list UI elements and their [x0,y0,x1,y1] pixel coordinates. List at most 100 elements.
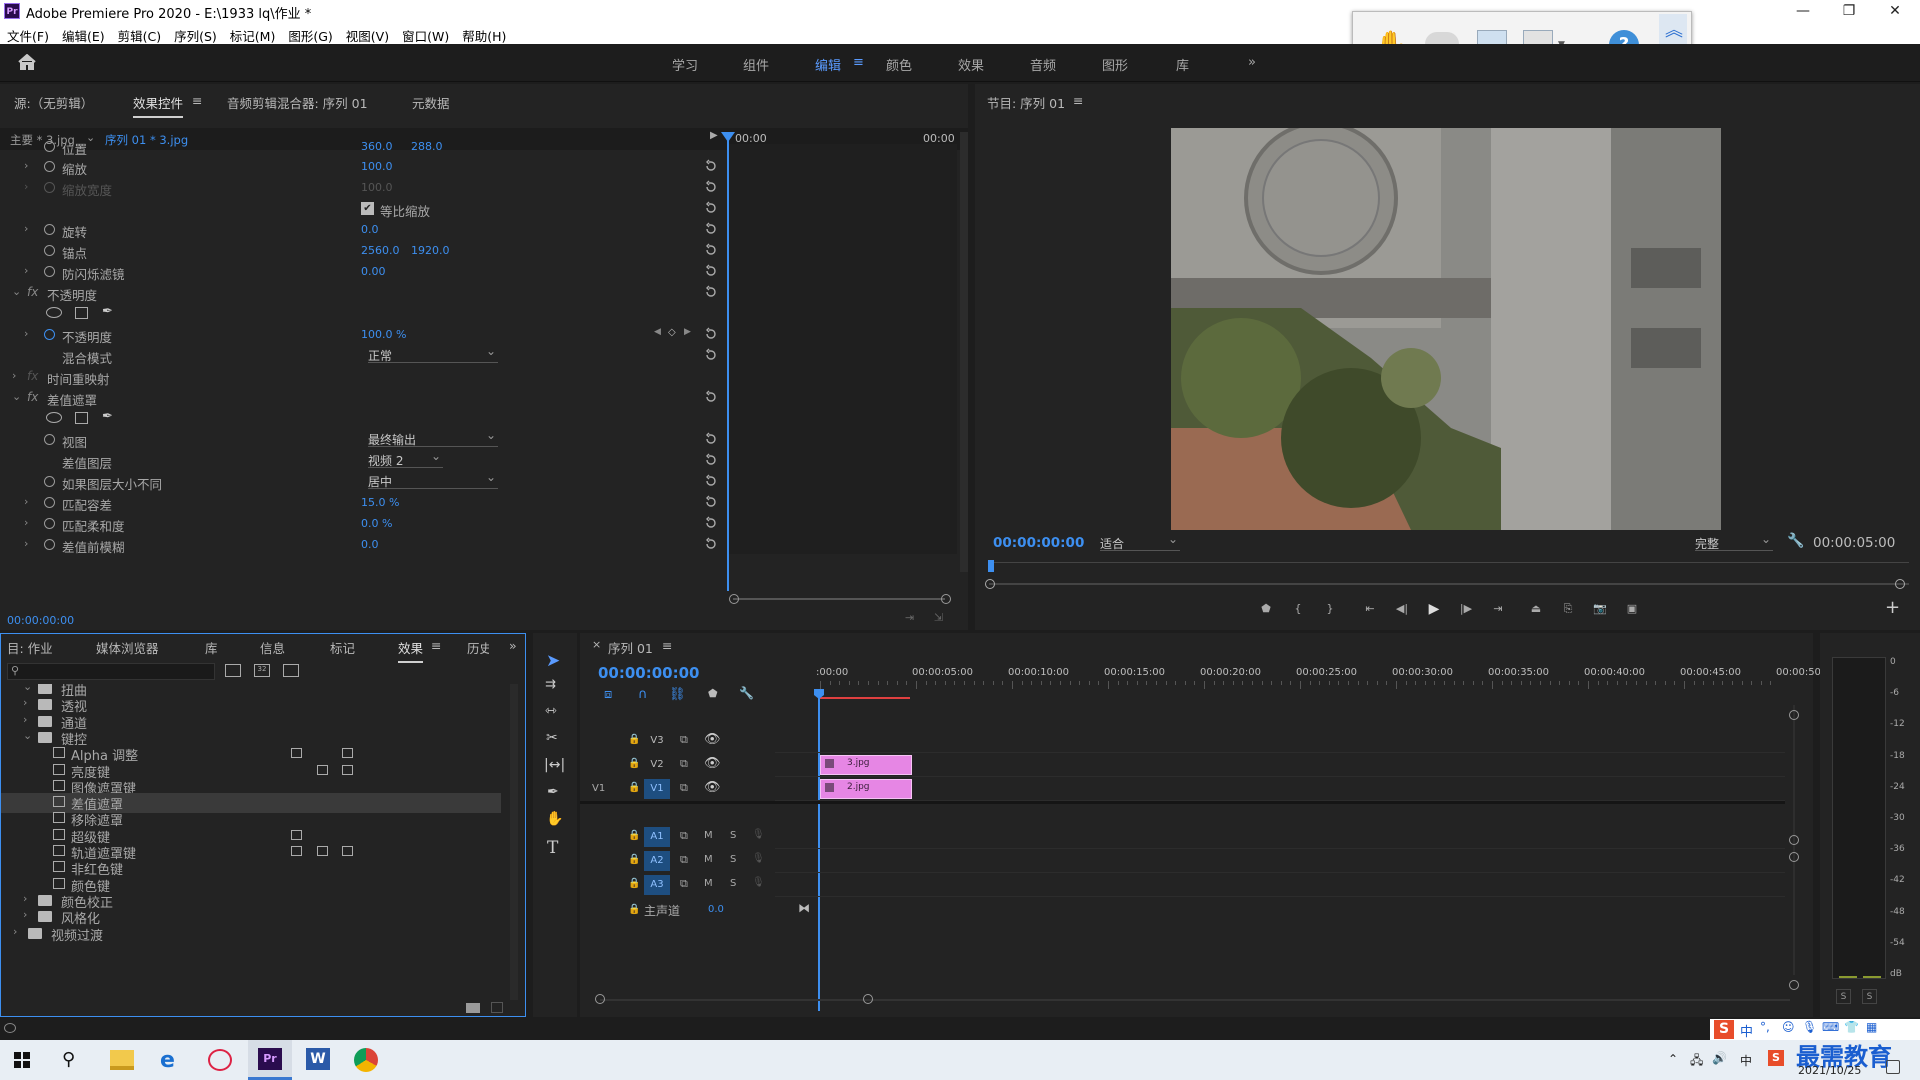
razor-tool-icon[interactable]: ✂ [546,730,558,746]
blend-mode-select[interactable]: 正常 [368,344,498,363]
sync-lock-icon[interactable]: ⧉ [680,853,688,867]
pre-blur-value[interactable]: 0.0 [361,538,379,551]
anchor-y-value[interactable]: 1920.0 [411,244,450,257]
tree-item[interactable]: › 视频过渡 [1,924,501,944]
program-menu-icon[interactable]: ≡ [1073,93,1083,108]
clip-2-jpg[interactable]: 2.jpg [820,779,912,799]
reset-icon[interactable] [704,348,718,362]
ec-zoom-scrollbar[interactable] [733,598,945,600]
maximize-icon[interactable]: ❐ [1826,0,1872,22]
notification-icon[interactable] [1886,1060,1900,1074]
ellipse-mask-icon[interactable] [46,307,62,318]
sync-lock-icon[interactable]: ⧉ [680,829,688,843]
search-icon[interactable]: ⚲ [62,1049,75,1070]
rectangle-mask-icon[interactable] [75,307,88,319]
home-icon[interactable] [18,54,36,70]
stopwatch-icon[interactable] [44,245,55,256]
ec-scrollbar[interactable] [960,132,968,572]
sogou-tray-icon[interactable]: S [1768,1050,1784,1066]
track-lane[interactable]: 🔒 A1 ⧉ M S 🎙 [580,825,1813,849]
extract-icon[interactable]: ⎘ [1557,598,1579,620]
track-target[interactable]: V3 [644,731,670,751]
sync-lock-icon[interactable]: ⧉ [680,757,688,771]
ellipse-mask-icon[interactable] [46,412,62,423]
chevron-down-icon[interactable]: ⌄ [23,684,32,693]
program-playhead[interactable] [988,560,994,572]
lift-icon[interactable]: ⏏ [1525,598,1547,620]
nest-icon[interactable]: ⧈ [604,687,612,702]
chevron-right-icon[interactable]: › [24,180,28,193]
view-select[interactable]: 最终输出 [368,428,498,447]
quality-select[interactable]: 完整 [1695,532,1773,551]
wrench-icon[interactable]: 🔧 [1787,533,1804,549]
workspace-libraries[interactable]: 库 [1176,55,1189,74]
chevron-right-icon[interactable]: › [23,696,27,709]
windows-start-icon[interactable] [14,1052,30,1068]
stopwatch-icon[interactable] [44,266,55,277]
stopwatch-icon[interactable] [44,224,55,235]
workspace-effects[interactable]: 效果 [958,55,984,74]
program-zoom-bar[interactable] [989,583,1909,585]
fx-icon[interactable]: fx [27,390,38,404]
tray-date[interactable]: 2021/10/25 [1798,1064,1861,1077]
mute-button[interactable]: M [704,854,713,865]
effects-scrollbar[interactable] [510,684,518,1000]
tab-info[interactable]: 信息 [260,638,285,657]
menu-clip[interactable]: 剪辑(C) [118,22,161,45]
track-lane[interactable]: 🔒 A3 ⧉ M S 🎙 [580,873,1813,897]
chevron-right-icon[interactable]: › [24,159,28,172]
ime-tray-icon[interactable]: 中 [1740,1052,1752,1069]
eye-icon[interactable]: 👁 [704,732,721,747]
skin-icon[interactable]: 👕 [1844,1020,1859,1034]
tab-effects[interactable]: 效果 [398,638,424,663]
volume-icon[interactable]: 🔊 [1712,1051,1727,1065]
export-frame-icon[interactable]: 📷 [1589,598,1611,620]
stopwatch-icon[interactable] [44,518,55,529]
track-lane[interactable]: 🔒 V3 ⧉ 👁 [580,729,1813,753]
reset-icon[interactable] [704,222,718,236]
add-marker-icon[interactable]: ⬟ [708,687,718,700]
sequence-tab[interactable]: 序列 01 [608,638,653,657]
mute-button[interactable]: M [704,878,713,889]
delete-icon[interactable] [491,1002,503,1013]
close-sequence-icon[interactable]: × [592,638,601,651]
reset-icon[interactable] [704,474,718,488]
program-title[interactable]: 节目: 序列 01 [987,93,1065,112]
track-target[interactable]: A2 [644,851,670,871]
tab-project[interactable]: 目: 作业 [7,638,53,657]
chevron-right-icon[interactable]: › [23,908,27,921]
selection-tool-icon[interactable]: ➤ [546,651,560,671]
chevron-right-icon[interactable]: › [24,537,28,550]
rectangle-mask-icon[interactable] [75,412,88,424]
stopwatch-icon[interactable] [44,329,55,340]
chevron-right-icon[interactable]: › [23,892,27,905]
ec-timeline[interactable] [727,144,957,554]
reset-icon[interactable] [704,390,718,404]
play-icon[interactable]: ▶ [1423,598,1445,620]
track-lane[interactable]: 🔒 A2 ⧉ M S 🎙 [580,849,1813,873]
export-frame-icon[interactable]: ⇲ [934,611,943,624]
more-workspaces-icon[interactable]: » [1248,55,1256,70]
new-folder-icon[interactable] [466,1003,480,1013]
go-to-end-icon[interactable]: ⧓ [798,901,810,915]
reset-icon[interactable] [704,453,718,467]
menu-edit[interactable]: 编辑(E) [62,22,105,45]
chevron-right-icon[interactable]: › [24,516,28,529]
tab-metadata[interactable]: 元数据 [412,93,450,112]
premiere-taskbar-item[interactable]: Pr [248,1040,292,1080]
tab-media-browser[interactable]: 媒体浏览器 [96,638,159,657]
lock-icon[interactable]: 🔒 [628,830,640,841]
add-keyframe-icon[interactable]: ◇ [668,327,676,338]
punctuation-icon[interactable]: °, [1760,1020,1770,1034]
fx-icon[interactable]: fx [27,285,38,299]
chevron-right-icon[interactable]: › [24,222,28,235]
lock-icon[interactable]: 🔒 [628,878,640,889]
keyboard-icon[interactable]: ⌨ [1822,1020,1839,1034]
linked-selection-icon[interactable]: ⛓ [669,687,686,702]
32bit-effects-icon[interactable]: 32 [254,664,270,677]
ime-mode[interactable]: 中 [1740,1021,1753,1040]
chevron-right-icon[interactable]: › [24,264,28,277]
workspace-assembly[interactable]: 组件 [743,55,769,74]
solo-left-button[interactable]: S [1836,989,1851,1004]
lock-icon[interactable]: 🔒 [628,782,640,793]
